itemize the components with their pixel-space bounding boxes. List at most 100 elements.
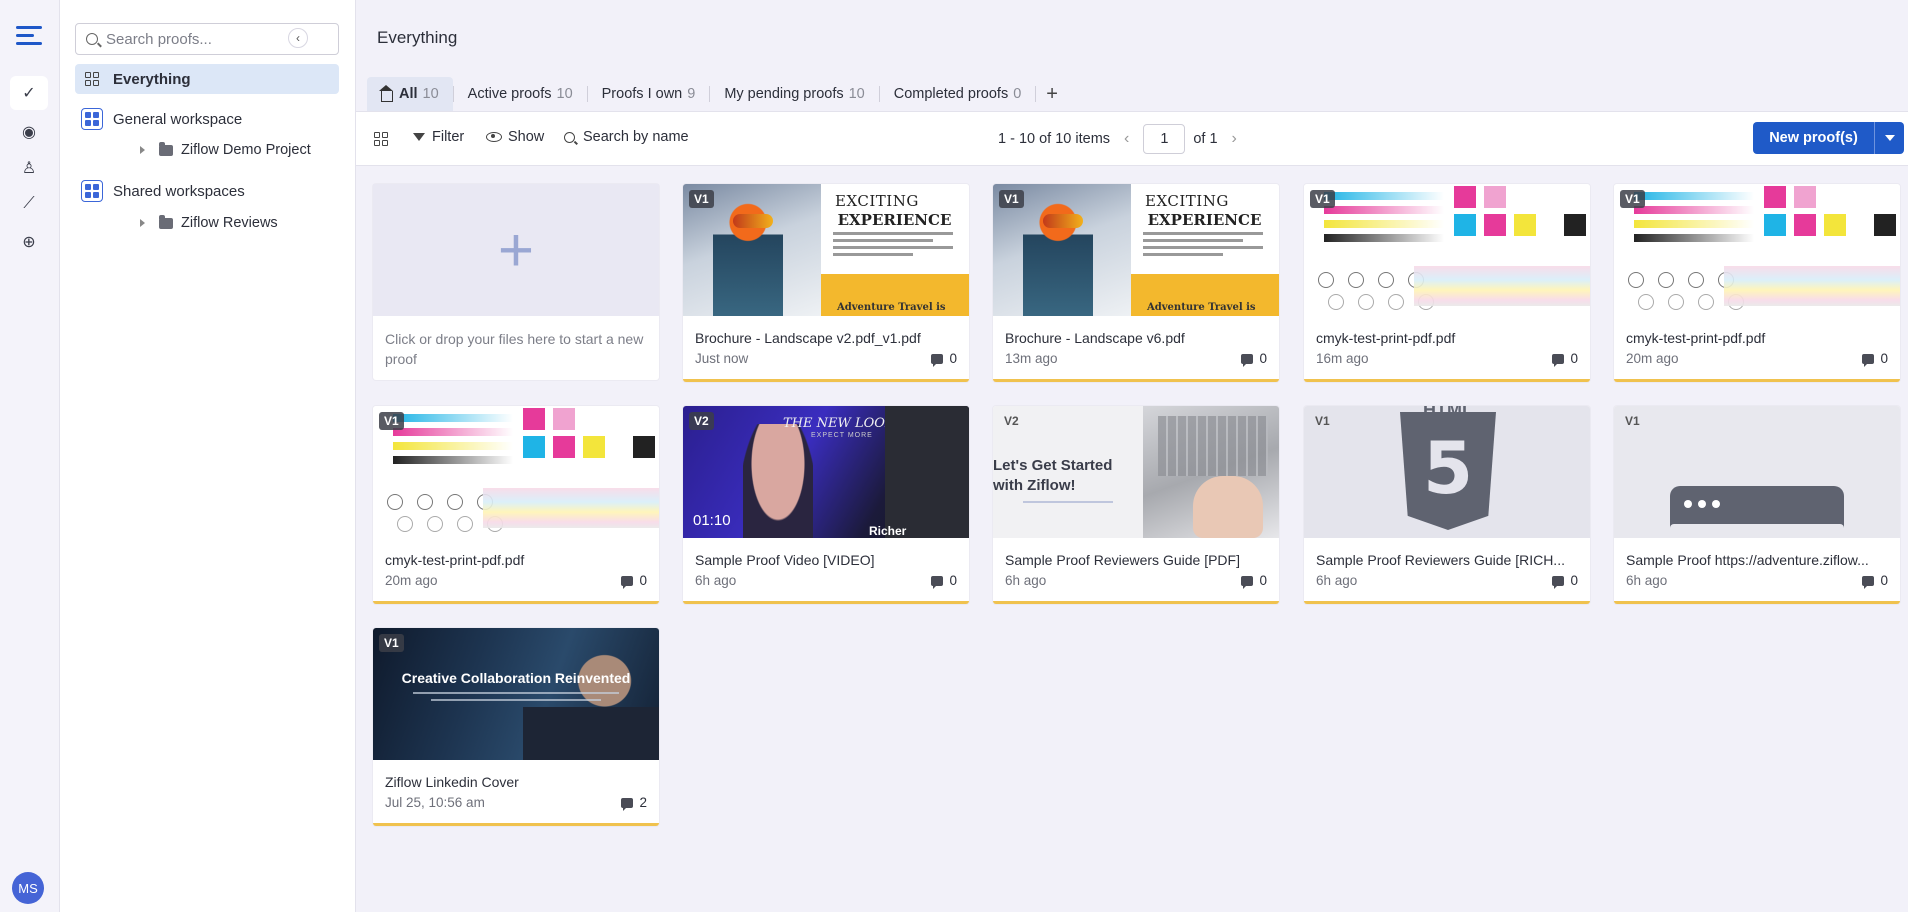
print-mark bbox=[1874, 214, 1896, 236]
search-by-name-button[interactable]: Search by name bbox=[564, 129, 689, 145]
proof-card[interactable]: EXCITING EXPERIENCE Adventure Travel is … bbox=[993, 184, 1279, 382]
caret-right-icon[interactable] bbox=[140, 146, 145, 154]
avatar[interactable]: MS bbox=[12, 872, 44, 904]
comment-icon bbox=[1862, 575, 1875, 589]
proof-thumbnail[interactable]: V1 bbox=[1614, 406, 1900, 538]
comment-count[interactable]: 0 bbox=[1862, 573, 1888, 589]
version-badge: V1 bbox=[999, 190, 1024, 208]
version-badge: V1 bbox=[1625, 414, 1640, 428]
comment-count[interactable]: 0 bbox=[931, 573, 957, 589]
proof-card[interactable]: EXCITING EXPERIENCE Adventure Travel is … bbox=[683, 184, 969, 382]
proof-time: Jul 25, 10:56 am bbox=[385, 795, 485, 810]
collapse-sidebar-button[interactable]: ‹ bbox=[288, 28, 308, 48]
sidebar-item-general-workspace[interactable]: General workspace bbox=[75, 104, 339, 134]
tab-all[interactable]: All 10 bbox=[367, 77, 453, 111]
proof-card[interactable]: Creative Collaboration Reinvented V1 Zif… bbox=[373, 628, 659, 826]
comment-count[interactable]: 2 bbox=[621, 795, 647, 811]
print-mark bbox=[1634, 234, 1754, 242]
print-mark bbox=[1634, 206, 1754, 214]
tab-label: Proofs I own bbox=[601, 86, 683, 102]
comment-count[interactable]: 0 bbox=[621, 573, 647, 589]
sidebar: Everything General workspace Ziflow Demo… bbox=[60, 0, 356, 912]
add-tab-button[interactable]: + bbox=[1036, 83, 1068, 106]
proof-thumbnail[interactable]: V1 bbox=[1304, 184, 1590, 316]
new-proof-button[interactable]: New proof(s) bbox=[1753, 122, 1874, 154]
thumb-text-lines bbox=[413, 692, 619, 706]
proof-title[interactable]: Sample Proof Reviewers Guide [PDF] bbox=[1005, 552, 1267, 568]
comment-count[interactable]: 0 bbox=[1241, 351, 1267, 367]
print-mark bbox=[1388, 294, 1404, 310]
proof-card[interactable]: V1 cmyk-test-print-pdf.pdf 20m ago 0 bbox=[373, 406, 659, 604]
print-mark bbox=[553, 408, 575, 430]
proof-title[interactable]: Sample Proof https://adventure.ziflow... bbox=[1626, 552, 1888, 568]
tab-completed-proofs[interactable]: Completed proofs 0 bbox=[880, 77, 1036, 111]
keyboard-image bbox=[1158, 416, 1268, 476]
thumb-footer-text: Adventure Travel is bbox=[837, 302, 946, 313]
sidebar-item-shared-workspaces[interactable]: Shared workspaces bbox=[75, 176, 339, 206]
upload-dropzone[interactable]: + Click or drop your files here to start… bbox=[373, 184, 659, 380]
dropzone-area[interactable]: + bbox=[373, 184, 659, 316]
proof-card[interactable]: HTML 5 V1 Sample Proof Reviewers Guide [… bbox=[1304, 406, 1590, 604]
caret-right-icon[interactable] bbox=[140, 219, 145, 227]
page-input[interactable]: 1 bbox=[1143, 124, 1186, 154]
eye-icon[interactable]: ◉ bbox=[17, 120, 41, 144]
proof-thumbnail[interactable]: V1 bbox=[373, 406, 659, 538]
proof-thumbnail[interactable]: EXCITING EXPERIENCE Adventure Travel is … bbox=[683, 184, 969, 316]
comment-count[interactable]: 0 bbox=[1241, 573, 1267, 589]
proof-thumbnail[interactable]: Creative Collaboration Reinvented V1 bbox=[373, 628, 659, 760]
proof-title[interactable]: Ziflow Linkedin Cover bbox=[385, 774, 647, 790]
users-icon[interactable]: ♙ bbox=[17, 156, 41, 180]
print-mark bbox=[447, 494, 463, 510]
proof-title[interactable]: cmyk-test-print-pdf.pdf bbox=[385, 552, 647, 568]
workspace-icon bbox=[81, 180, 103, 202]
print-mark bbox=[1324, 192, 1444, 200]
next-page-icon[interactable]: › bbox=[1232, 130, 1237, 148]
sidebar-item-label: General workspace bbox=[113, 110, 243, 128]
proof-thumbnail[interactable]: Let's Get Started with Ziflow! V2 bbox=[993, 406, 1279, 538]
proof-thumbnail[interactable]: EXCITING EXPERIENCE Adventure Travel is … bbox=[993, 184, 1279, 316]
comment-count[interactable]: 0 bbox=[931, 351, 957, 367]
proof-card[interactable]: Let's Get Started with Ziflow! V2 Sample … bbox=[993, 406, 1279, 604]
proof-thumbnail[interactable]: HTML 5 V1 bbox=[1304, 406, 1590, 538]
proof-title[interactable]: Brochure - Landscape v2.pdf_v1.pdf bbox=[695, 330, 957, 346]
tree-item-ziflow-demo-project[interactable]: Ziflow Demo Project bbox=[140, 138, 311, 162]
tab-my-pending-proofs[interactable]: My pending proofs 10 bbox=[710, 77, 878, 111]
comment-count[interactable]: 0 bbox=[1862, 351, 1888, 367]
proof-card[interactable]: THE NEW LOOK EXPECT MORE Richer discussi… bbox=[683, 406, 969, 604]
proof-title[interactable]: Sample Proof Reviewers Guide [RICH... bbox=[1316, 552, 1578, 568]
tab-proofs-i-own[interactable]: Proofs I own 9 bbox=[588, 77, 710, 111]
proof-time: 16m ago bbox=[1316, 351, 1369, 366]
filter-button[interactable]: Filter bbox=[413, 129, 464, 145]
proof-card[interactable]: V1 Sample Proof https://adventure.ziflow… bbox=[1614, 406, 1900, 604]
check-icon[interactable]: ✓ bbox=[10, 76, 48, 110]
view-toggle-button[interactable] bbox=[374, 132, 388, 146]
comment-count[interactable]: 0 bbox=[1552, 573, 1578, 589]
proof-title[interactable]: Brochure - Landscape v6.pdf bbox=[1005, 330, 1267, 346]
comment-count-value: 0 bbox=[949, 351, 957, 366]
prev-page-icon[interactable]: ‹ bbox=[1124, 130, 1129, 148]
comment-count[interactable]: 0 bbox=[1552, 351, 1578, 367]
tree-item-ziflow-reviews[interactable]: Ziflow Reviews bbox=[140, 211, 278, 235]
thumb-yellow-block: Adventure Travel is bbox=[1131, 274, 1279, 316]
tab-active-proofs[interactable]: Active proofs 10 bbox=[454, 77, 587, 111]
tab-count: 0 bbox=[1013, 86, 1022, 102]
sidebar-item-everything[interactable]: Everything bbox=[75, 64, 339, 94]
print-mark bbox=[1634, 220, 1754, 228]
plus-circle-icon[interactable]: ⊕ bbox=[17, 230, 41, 254]
trend-icon[interactable]: ⟋ bbox=[17, 192, 41, 216]
proof-thumbnail[interactable]: THE NEW LOOK EXPECT MORE Richer discussi… bbox=[683, 406, 969, 538]
toolbar: Filter Show Search by name 1 - 10 of 10 … bbox=[356, 111, 1908, 166]
logo-icon[interactable] bbox=[16, 26, 42, 50]
tab-bar: All 10 Active proofs 10 Proofs I own 9 My p… bbox=[367, 77, 1068, 111]
show-button[interactable]: Show bbox=[486, 129, 544, 145]
proof-title[interactable]: Sample Proof Video [VIDEO] bbox=[695, 552, 957, 568]
new-proof-dropdown-button[interactable] bbox=[1874, 122, 1904, 154]
grid-icon bbox=[85, 72, 99, 86]
proof-title[interactable]: cmyk-test-print-pdf.pdf bbox=[1626, 330, 1888, 346]
proof-title[interactable]: cmyk-test-print-pdf.pdf bbox=[1316, 330, 1578, 346]
proof-thumbnail[interactable]: V1 bbox=[1614, 184, 1900, 316]
proof-card[interactable]: V1 cmyk-test-print-pdf.pdf 16m ago 0 bbox=[1304, 184, 1590, 382]
sidebar-item-label: Shared workspaces bbox=[113, 182, 245, 200]
tab-count: 9 bbox=[687, 86, 696, 102]
proof-card[interactable]: V1 cmyk-test-print-pdf.pdf 20m ago 0 bbox=[1614, 184, 1900, 382]
